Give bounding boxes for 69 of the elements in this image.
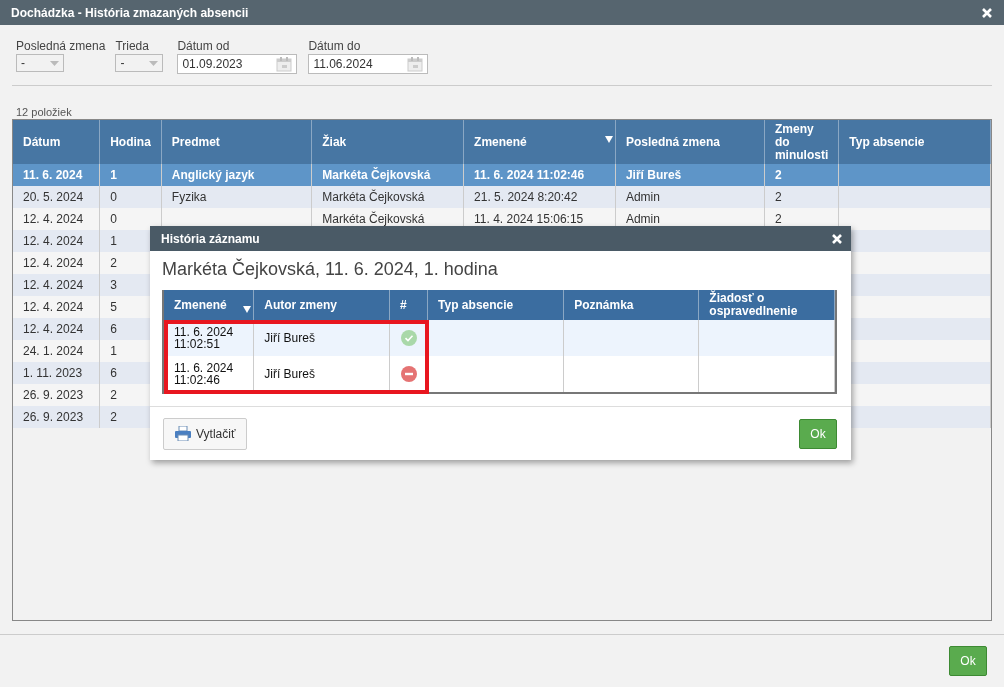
field-label: Posledná zmena xyxy=(16,39,106,53)
table-cell: 1. 11. 2023 xyxy=(13,362,100,384)
column-header[interactable]: Typ absencie xyxy=(427,290,564,320)
table-cell: Markéta Čejkovská xyxy=(311,186,464,208)
table-cell: 2 xyxy=(764,186,839,208)
table-cell: 0 xyxy=(99,208,162,230)
dialog-heading: Markéta Čejkovská, 11. 6. 2024, 1. hodina xyxy=(162,259,499,279)
table-row[interactable]: 20. 5. 2024 0 Fyzika Markéta Čejkovská 21. 5. 2024 8:20:42 Admin 2 xyxy=(13,186,991,208)
table-cell: Markéta Čejkovská xyxy=(311,164,464,186)
dropdown[interactable]: - xyxy=(16,54,64,72)
table-cell: Anglický jazyk xyxy=(161,164,312,186)
column-header[interactable]: Posledná zmena xyxy=(615,120,765,164)
table-cell: Jiří Bureš xyxy=(615,164,765,186)
column-header[interactable]: Žiadosť o ospravedlnenie xyxy=(698,290,835,320)
date-field[interactable]: 11.06.2024 xyxy=(308,54,429,74)
table-cell: 12. 4. 2024 xyxy=(13,252,100,274)
field-label: Dátum od xyxy=(177,39,231,53)
sort-icon xyxy=(604,136,613,143)
printer-icon xyxy=(175,426,191,441)
column-header[interactable]: Zmenené xyxy=(463,120,616,164)
dropdown[interactable]: - xyxy=(115,54,164,72)
column-header[interactable]: Hodina xyxy=(99,120,162,164)
caret-icon xyxy=(50,60,59,66)
table-cell: 11. 6. 2024 xyxy=(13,164,100,186)
table-cell: 26. 9. 2023 xyxy=(13,384,100,406)
dialog-title: História záznamu xyxy=(161,231,260,246)
table-cell: 12. 4. 2024 xyxy=(13,208,100,230)
table-cell: 12. 4. 2024 xyxy=(13,230,100,252)
item-count: 12 položiek xyxy=(16,106,73,118)
ok-button[interactable]: Ok xyxy=(799,418,837,449)
column-header[interactable]: Typ absencie xyxy=(838,120,991,164)
column-header[interactable]: Dátum xyxy=(13,120,100,164)
table-cell: 20. 5. 2024 xyxy=(13,186,100,208)
table-cell: 26. 9. 2023 xyxy=(13,406,100,428)
table-cell: 24. 1. 2024 xyxy=(13,340,100,362)
ok-button[interactable]: Ok xyxy=(949,646,987,676)
table-row[interactable]: 11. 6. 2024 1 Anglický jazyk Markéta Čejkovská 11. 6. 2024 11:02:46 Jiří Bureš 2 xyxy=(13,164,991,186)
table-cell: 11. 6. 2024 11:02:46 xyxy=(463,164,616,186)
column-header[interactable]: Autor zmeny xyxy=(253,290,390,320)
column-header[interactable]: Predmet xyxy=(161,120,312,164)
window-title: Dochádzka - História zmazaných absencii xyxy=(11,5,249,20)
column-header[interactable]: Zmenené xyxy=(164,290,254,320)
table-cell: Admin xyxy=(615,186,765,208)
field-label: Trieda xyxy=(115,39,150,53)
table-cell: 1 xyxy=(99,164,162,186)
close-button[interactable] xyxy=(982,7,992,18)
table-cell: 0 xyxy=(99,186,162,208)
table-cell: 12. 4. 2024 xyxy=(13,296,100,318)
calendar-icon xyxy=(407,56,424,72)
table-cell: 21. 5. 2024 8:20:42 xyxy=(463,186,616,208)
minus-circle-icon xyxy=(400,366,417,382)
column-header[interactable]: # xyxy=(389,290,428,320)
check-circle-icon xyxy=(400,330,417,346)
calendar-icon xyxy=(276,56,293,72)
table-cell: Fyzika xyxy=(161,186,312,208)
table-cell: 12. 4. 2024 xyxy=(13,274,100,296)
close-icon xyxy=(982,7,992,18)
table-cell: 2 xyxy=(764,164,839,186)
caret-icon xyxy=(149,60,159,66)
print-button[interactable]: Vytlačiť xyxy=(163,417,248,450)
column-header[interactable]: Poznámka xyxy=(563,290,699,320)
column-header[interactable]: Žiak xyxy=(311,120,464,164)
close-button[interactable] xyxy=(832,233,842,244)
table-cell: 12. 4. 2024 xyxy=(13,318,100,340)
column-header[interactable]: Zmeny do minulosti xyxy=(764,120,839,164)
date-field[interactable]: 01.09.2023 xyxy=(177,54,298,74)
sort-icon xyxy=(243,306,252,313)
field-label: Dátum do xyxy=(308,39,362,53)
close-icon xyxy=(832,233,842,244)
